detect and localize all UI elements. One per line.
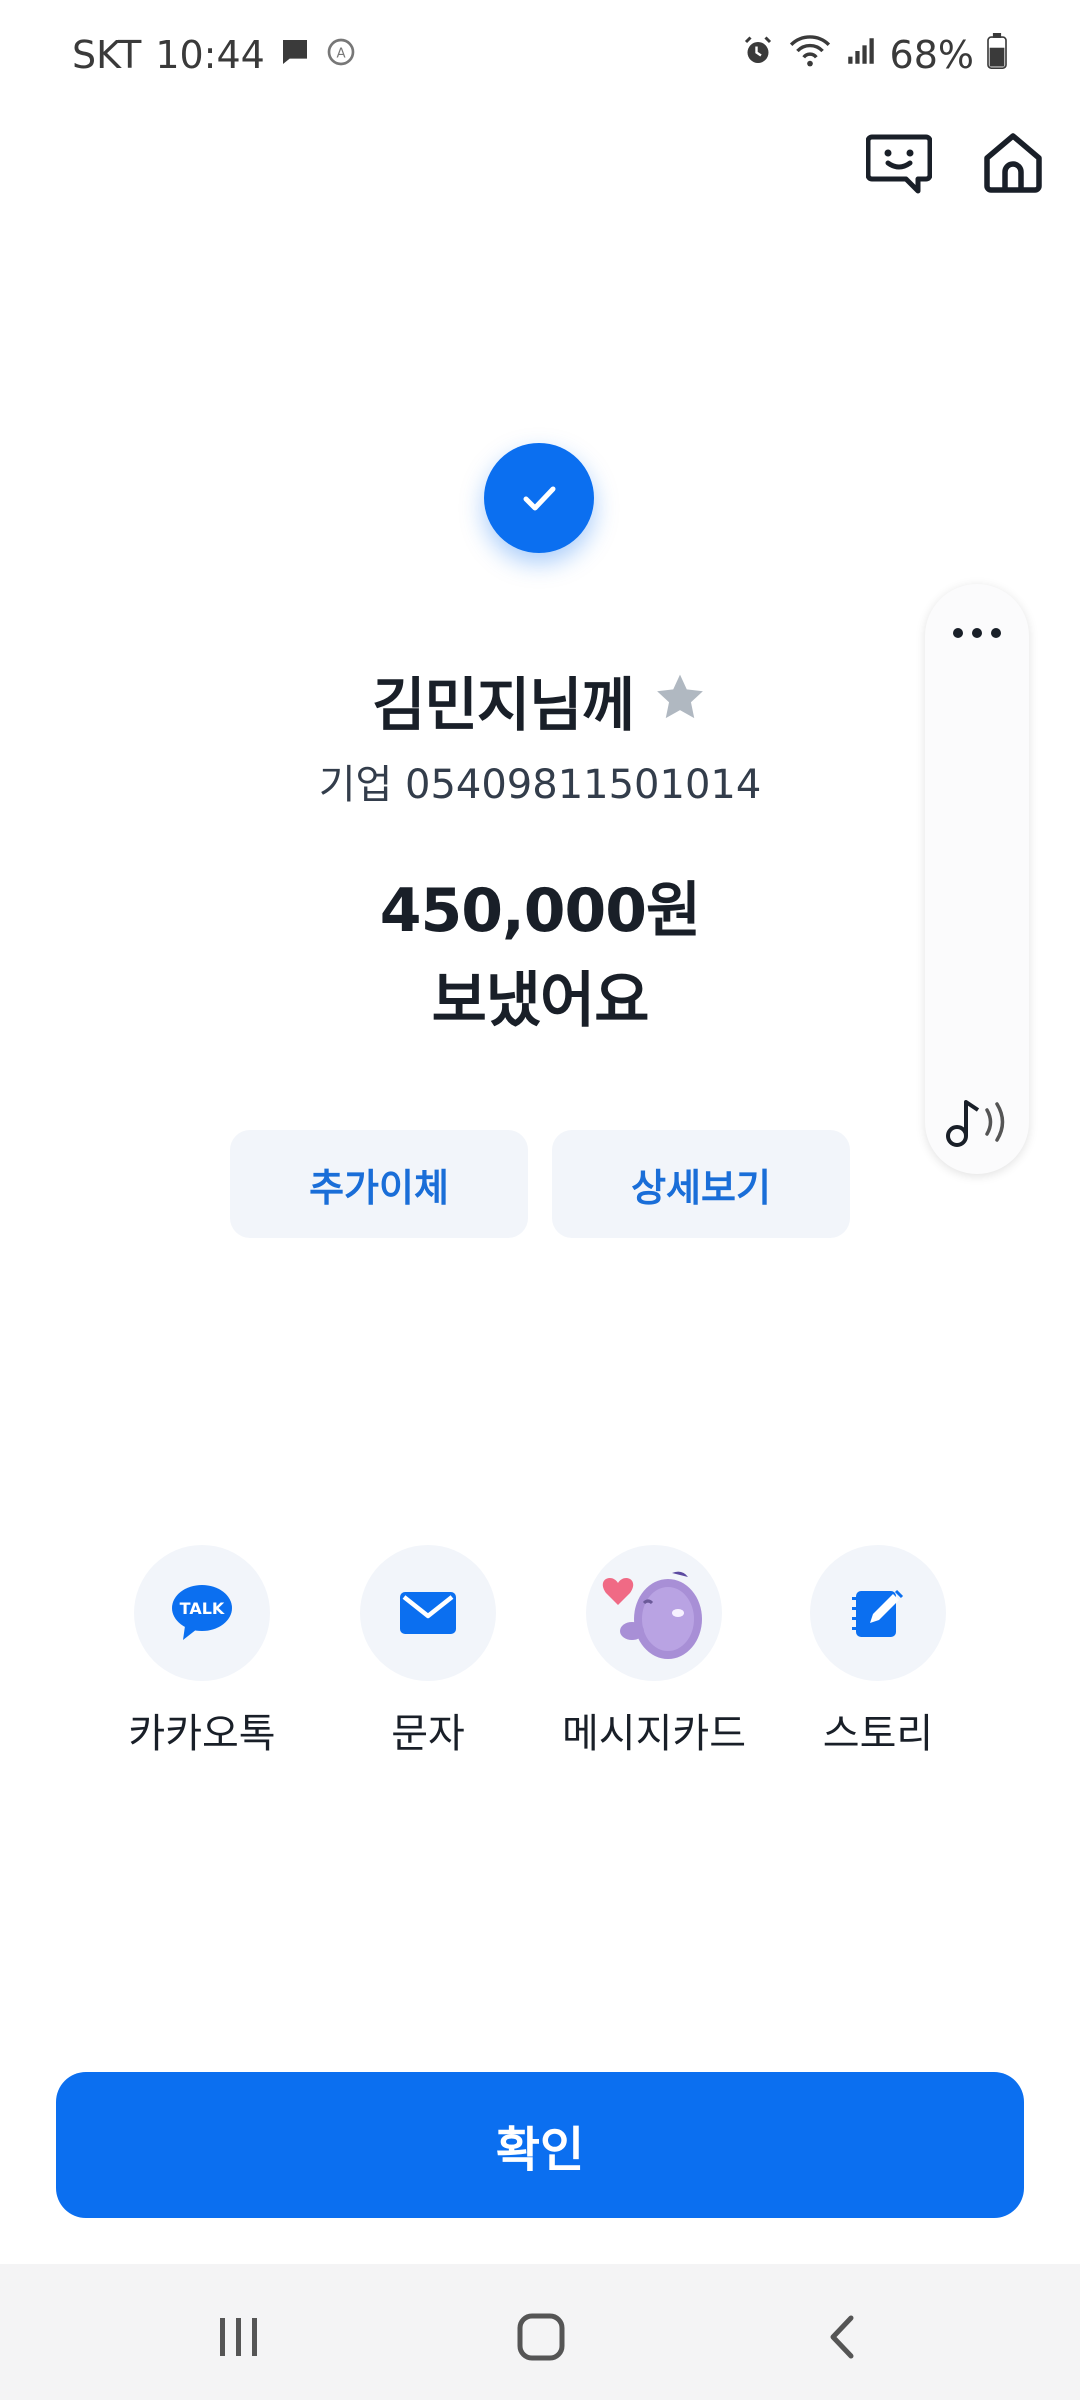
signal-icon — [844, 33, 878, 77]
confirm-button[interactable]: 확인 — [56, 2072, 1024, 2218]
message-notification-icon — [279, 33, 311, 77]
share-sms[interactable]: 문자 — [338, 1545, 518, 1759]
back-button[interactable] — [798, 2302, 888, 2372]
translate-notification-icon: A — [325, 33, 357, 77]
home-nav-icon — [517, 2313, 565, 2361]
edit-note-icon — [810, 1545, 946, 1681]
carrier: SKT — [72, 33, 142, 77]
additional-transfer-button[interactable]: 추가이체 — [230, 1130, 528, 1238]
share-message-card[interactable]: 메시지카드 — [562, 1545, 746, 1759]
share-label: 메시지카드 — [562, 1711, 746, 1757]
mail-icon — [360, 1545, 496, 1681]
share-label: 스토리 — [822, 1711, 934, 1757]
kakaotalk-icon: TALK — [134, 1545, 270, 1681]
account-number: 기업 05409811501014 — [318, 762, 762, 808]
battery-icon — [986, 32, 1008, 78]
star-icon — [657, 674, 703, 719]
recent-apps-button[interactable] — [194, 2302, 284, 2372]
share-label: 문자 — [391, 1711, 465, 1757]
confirm-label: 확인 — [495, 2122, 585, 2178]
svg-text:A: A — [336, 46, 345, 61]
additional-transfer-label: 추가이체 — [309, 1165, 449, 1210]
sound-icon[interactable] — [943, 1092, 1013, 1152]
share-story[interactable]: 스토리 — [788, 1545, 968, 1759]
recent-apps-icon — [220, 2318, 257, 2356]
share-label: 카카오톡 — [128, 1711, 276, 1757]
kakaotalk-icon-text: TALK — [180, 1599, 225, 1618]
more-options-icon[interactable] — [947, 618, 1007, 648]
alarm-icon — [740, 33, 776, 78]
battery-percent: 68% — [889, 33, 974, 77]
floating-side-panel — [925, 584, 1029, 1174]
details-label: 상세보기 — [631, 1165, 771, 1210]
recipient-name: 김민지님께 — [372, 671, 635, 739]
transfer-status: 보냈어요 — [431, 966, 650, 1036]
wifi-icon — [788, 33, 832, 78]
details-button[interactable]: 상세보기 — [552, 1130, 850, 1238]
back-chevron-icon — [830, 2315, 854, 2359]
transfer-amount: 450,000원 — [379, 876, 701, 946]
message-card-character-icon — [586, 1545, 722, 1681]
clock: 10:44 — [155, 33, 265, 77]
home-nav-button[interactable] — [496, 2302, 586, 2372]
recipient-row: 김민지님께 — [0, 660, 1080, 740]
check-icon — [523, 486, 556, 511]
status-bar-right: 68% — [740, 30, 1008, 80]
success-check — [484, 443, 594, 553]
home-icon — [984, 133, 1042, 193]
chat-support-button[interactable] — [862, 125, 936, 199]
share-kakaotalk[interactable]: TALK 카카오톡 — [112, 1545, 292, 1759]
status-bar-left: SKT 10:44 A — [72, 30, 357, 80]
home-button[interactable] — [976, 125, 1050, 199]
chat-smile-icon — [866, 134, 932, 194]
favorite-star-button[interactable] — [652, 670, 708, 730]
